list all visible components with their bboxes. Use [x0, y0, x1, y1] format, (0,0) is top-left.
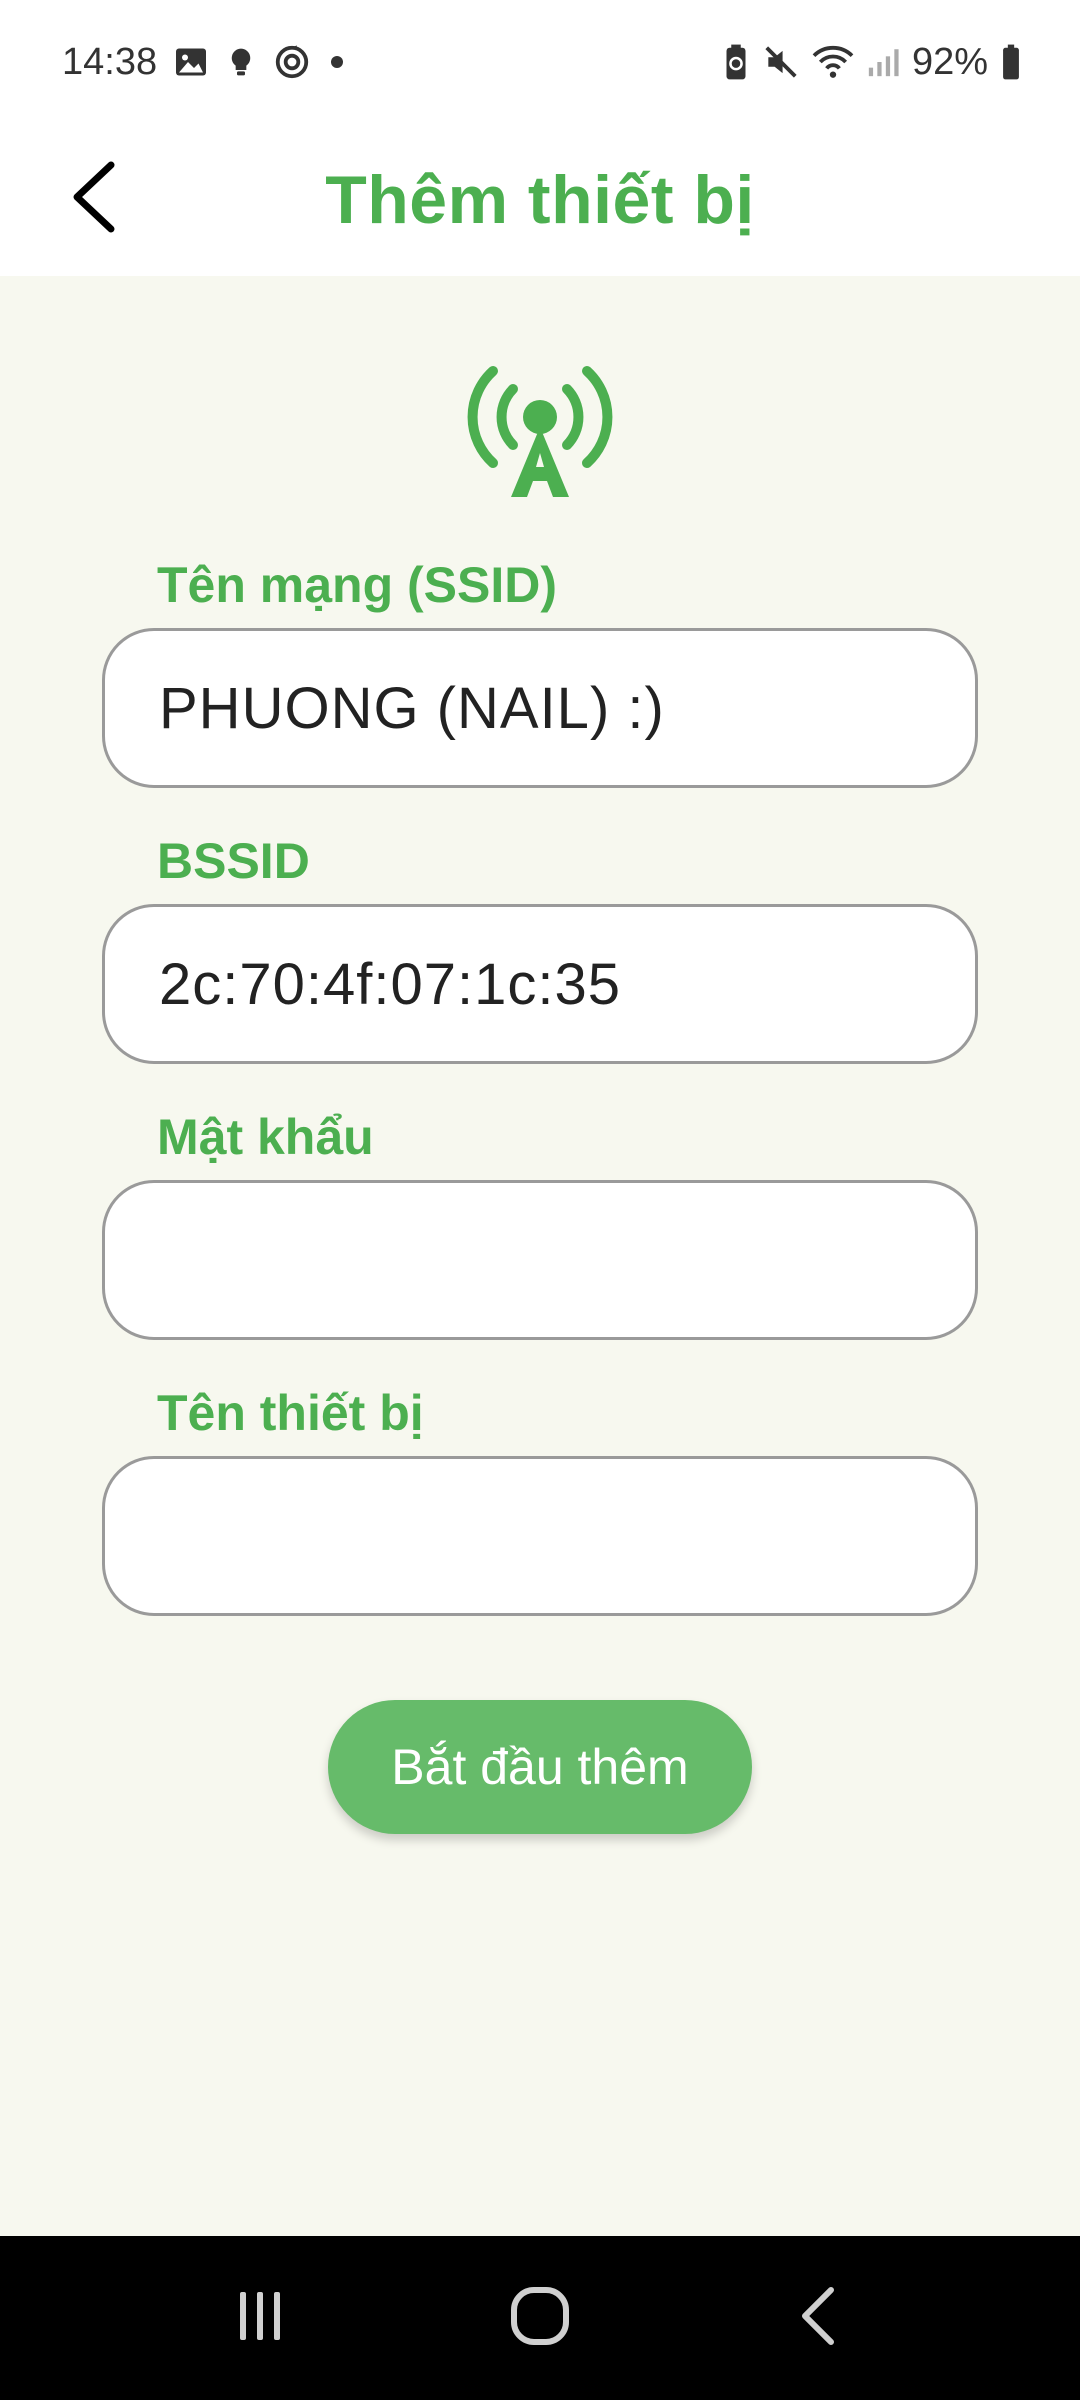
- battery-saver-icon: [722, 43, 750, 81]
- nav-bar: [0, 2236, 1080, 2400]
- screen: 14:38 92% Thêm thiết bị Tên mạng (SSID) …: [0, 0, 1080, 2400]
- recents-button[interactable]: [190, 2258, 330, 2378]
- battery-percent: 92%: [911, 40, 988, 83]
- sync-icon: [273, 43, 311, 81]
- nav-back-button[interactable]: [750, 2258, 890, 2378]
- bssid-input[interactable]: 2c:70:4f:07:1c:35: [102, 904, 978, 1064]
- bssid-value: 2c:70:4f:07:1c:35: [159, 951, 621, 1017]
- status-right: 92%: [722, 41, 1022, 84]
- dot-icon: [327, 52, 347, 72]
- mute-icon: [762, 43, 800, 81]
- device-name-label: Tên thiết bị: [157, 1385, 424, 1441]
- battery-icon: [1000, 43, 1022, 81]
- start-add-button[interactable]: Bắt đầu thêm: [328, 1700, 752, 1834]
- page-title: Thêm thiết bị: [325, 162, 755, 238]
- add-device-form: Tên mạng (SSID) PHUONG (NAIL) :) BSSID 2…: [0, 276, 1080, 2236]
- wifi-icon: [812, 43, 854, 81]
- back-icon: [795, 2284, 845, 2353]
- bssid-label: BSSID: [157, 833, 310, 889]
- status-time: 14:38: [62, 40, 158, 83]
- bulb-icon: [225, 44, 257, 80]
- password-input[interactable]: [102, 1180, 978, 1340]
- ssid-label: Tên mạng (SSID): [157, 557, 558, 613]
- password-label: Mật khẩu: [157, 1109, 374, 1165]
- chevron-left-icon: [65, 157, 125, 242]
- ssid-input[interactable]: PHUONG (NAIL) :): [102, 628, 978, 788]
- app-header: Thêm thiết bị: [0, 124, 1080, 276]
- ssid-value: PHUONG (NAIL) :): [159, 675, 665, 741]
- recents-icon: [230, 2286, 290, 2351]
- status-bar: 14:38 92%: [0, 0, 1080, 124]
- device-name-input[interactable]: [102, 1456, 978, 1616]
- image-icon: [173, 44, 209, 80]
- signal-icon: [866, 45, 900, 79]
- home-icon: [508, 2284, 572, 2353]
- antenna-icon: [465, 361, 615, 501]
- back-button[interactable]: [40, 144, 150, 254]
- home-button[interactable]: [470, 2258, 610, 2378]
- status-left: 14:38: [62, 41, 347, 84]
